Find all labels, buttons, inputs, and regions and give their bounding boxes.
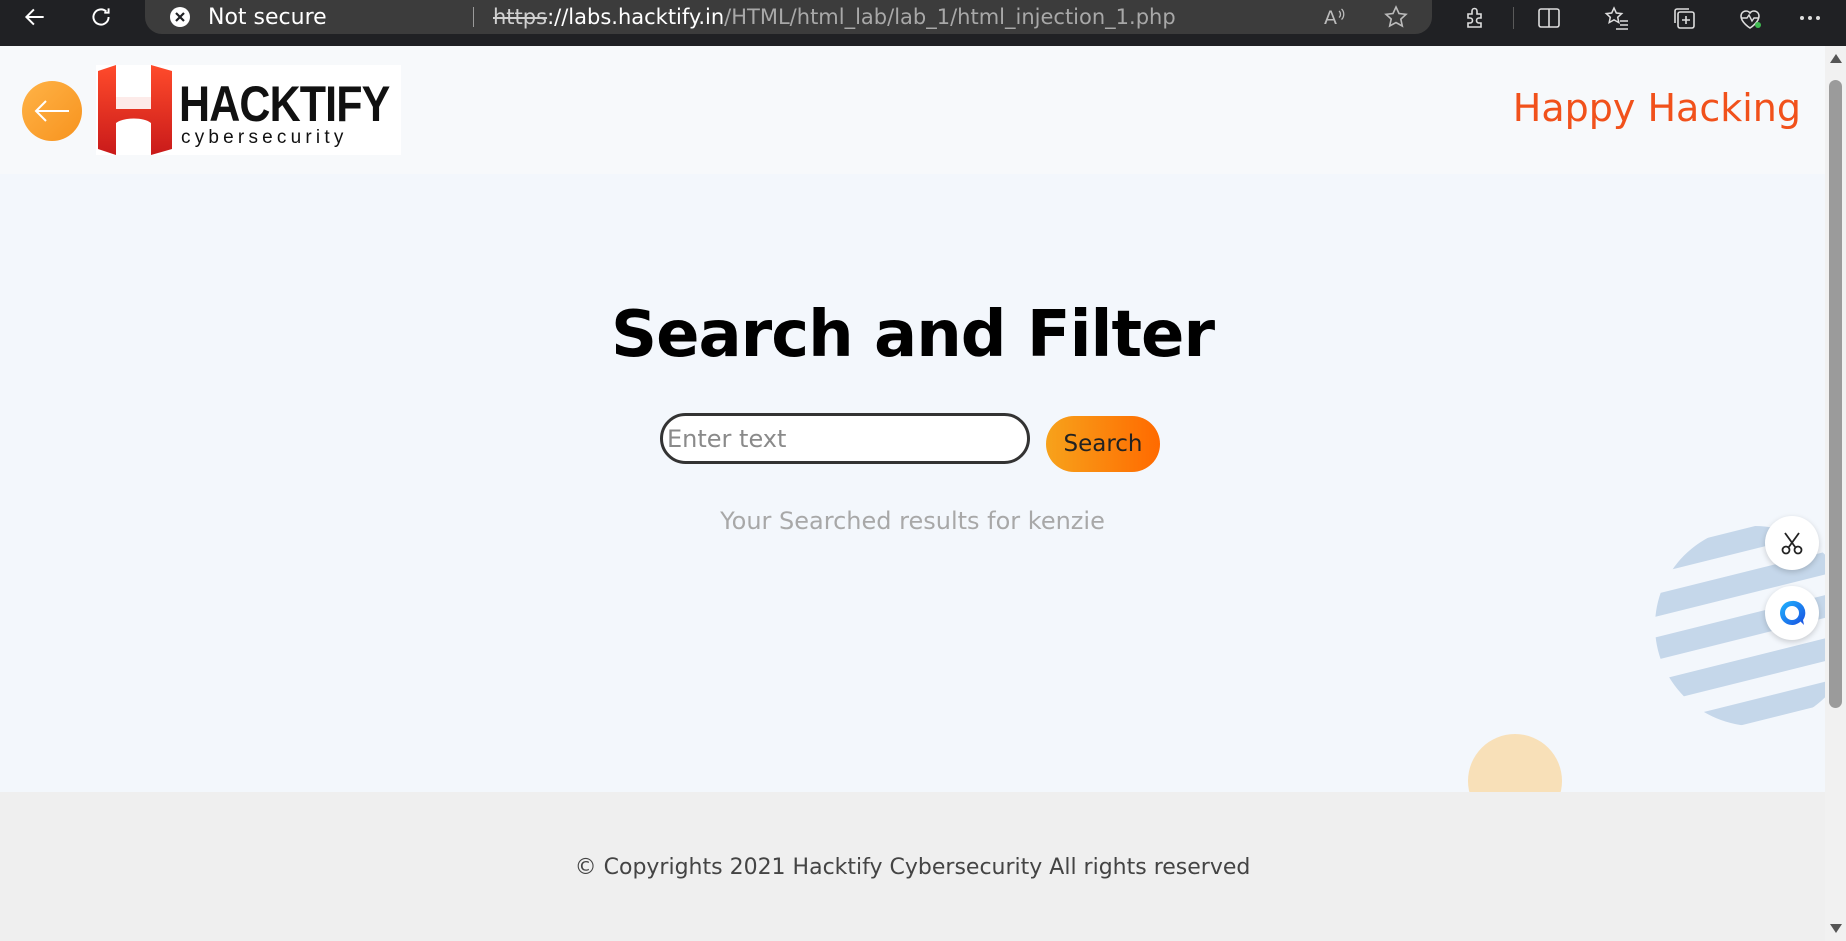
more-icon[interactable]: [1796, 4, 1824, 32]
page-scrollbar[interactable]: [1825, 46, 1846, 941]
extensions-icon[interactable]: [1462, 4, 1490, 32]
logo-tagline-text: cybersecurity: [181, 127, 348, 148]
favorites-icon[interactable]: [1603, 4, 1631, 32]
back-arrow-icon: [34, 100, 69, 122]
reload-icon[interactable]: [78, 0, 124, 34]
url-host: ://labs.hacktify.in: [547, 5, 725, 29]
collections-icon[interactable]: [1670, 4, 1698, 32]
screenshot-tool-button[interactable]: [1765, 516, 1819, 570]
scroll-up-icon[interactable]: [1830, 54, 1842, 63]
svg-text:A: A: [1324, 7, 1337, 29]
address-separator: [473, 7, 474, 27]
url-path: /HTML/html_lab/lab_1/html_injection_1.ph…: [724, 5, 1176, 29]
hacktify-logo[interactable]: HACKTIFY cybersecurity: [96, 65, 401, 155]
header-tagline: Happy Hacking: [1512, 86, 1801, 130]
logo-mark: [98, 65, 172, 155]
toolbar-separator: [1513, 7, 1514, 29]
logo-brand-text: HACKTIFY: [179, 76, 390, 132]
favorite-star-icon[interactable]: [1383, 4, 1409, 30]
scroll-down-icon[interactable]: [1830, 924, 1842, 933]
url-scheme: https: [493, 5, 548, 29]
search-input[interactable]: [660, 413, 1030, 464]
browser-toolbar: Not secure https://labs.hacktify.in/HTML…: [0, 0, 1846, 46]
browser-essentials-icon[interactable]: [1736, 4, 1764, 32]
read-aloud-icon[interactable]: A: [1321, 4, 1347, 30]
page-title: Search and Filter: [610, 298, 1215, 372]
page-content: HACKTIFY cybersecurity Happy Hacking Sea…: [0, 46, 1825, 941]
search-result-text: Your Searched results for kenzie: [720, 507, 1105, 535]
split-screen-icon[interactable]: [1535, 4, 1563, 32]
url-text[interactable]: https://labs.hacktify.in/HTML/html_lab/l…: [493, 5, 1176, 29]
scissors-icon: [1781, 532, 1803, 555]
chat-icon: [1780, 600, 1806, 625]
back-button[interactable]: [22, 81, 82, 141]
search-button[interactable]: Search: [1046, 416, 1160, 472]
security-status[interactable]: Not secure: [208, 5, 327, 30]
copyright-text: © Copyrights 2021 Hacktify Cybersecurity…: [574, 855, 1251, 880]
scrollbar-thumb[interactable]: [1829, 80, 1842, 708]
site-header: HACKTIFY cybersecurity Happy Hacking: [0, 46, 1825, 174]
address-bar[interactable]: Not secure https://labs.hacktify.in/HTML…: [145, 0, 1432, 34]
chat-assistant-button[interactable]: [1765, 586, 1819, 640]
not-secure-icon[interactable]: [169, 6, 191, 28]
site-footer: © Copyrights 2021 Hacktify Cybersecurity…: [0, 792, 1825, 941]
back-icon[interactable]: [12, 0, 58, 34]
